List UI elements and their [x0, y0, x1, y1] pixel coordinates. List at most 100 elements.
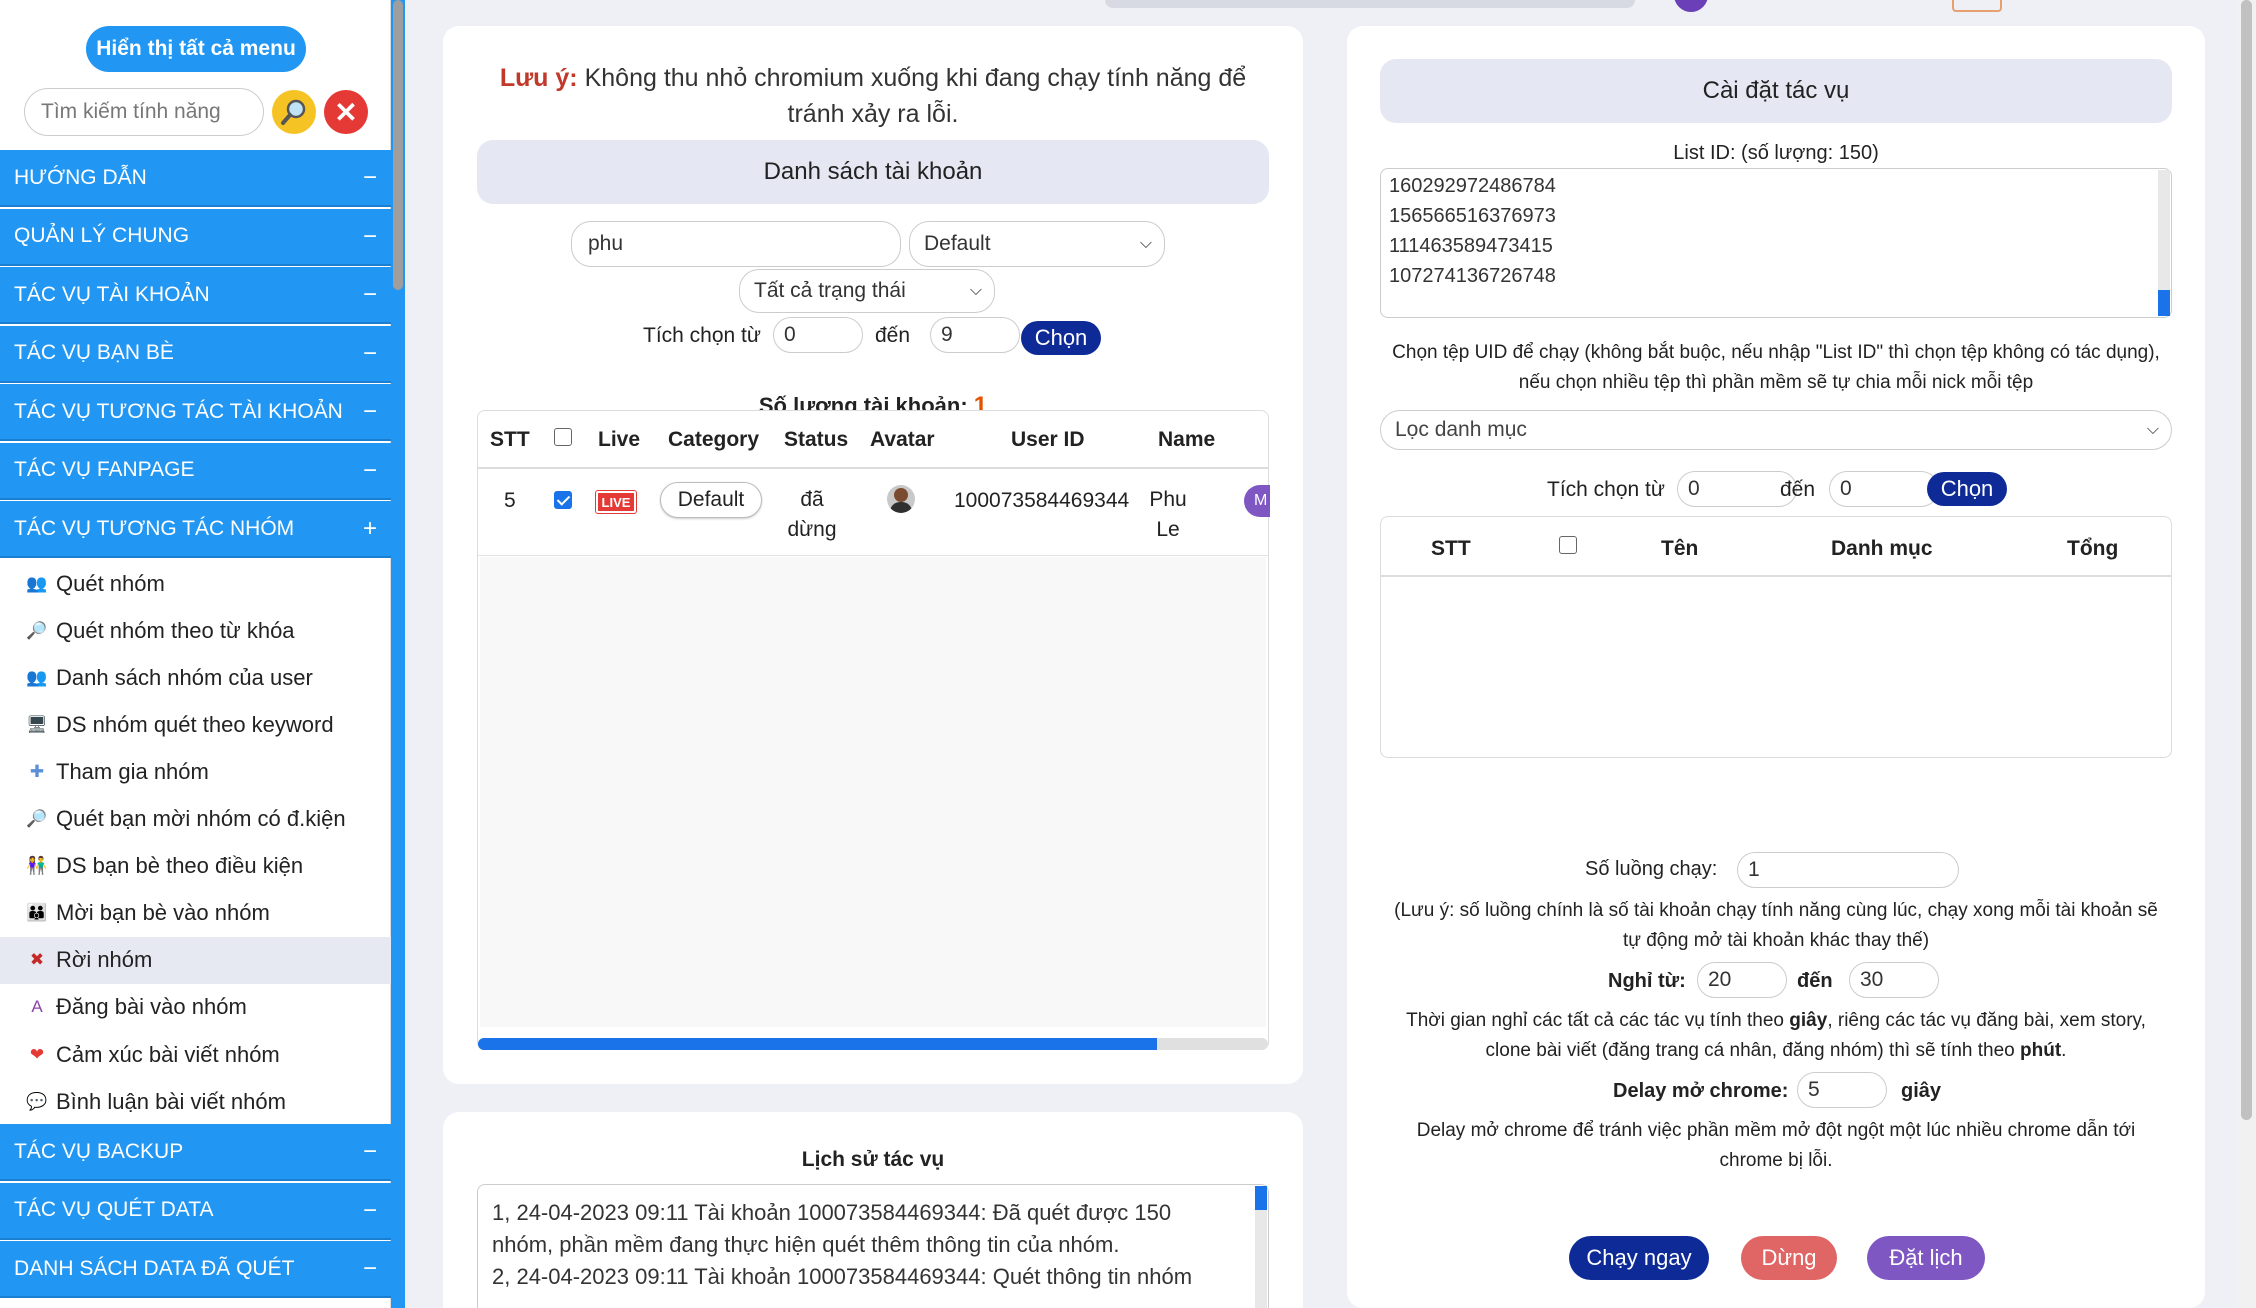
- list-id-label: List ID: (số lượng: 150): [1673, 142, 1879, 164]
- sidebar-item[interactable]: 🖥 DS nhóm quét theo keyword: [0, 701, 391, 748]
- rest-note-line1a: Thời gian nghỉ các tất cả các tác vụ tín…: [1406, 1010, 1790, 1031]
- stop-button[interactable]: Dừng: [1741, 1236, 1837, 1280]
- menu-group[interactable]: TÁC VỤ TƯƠNG TÁC TÀI KHOẢN −: [0, 384, 391, 441]
- rest-to-input[interactable]: 30: [1849, 962, 1939, 998]
- menu-group[interactable]: TÁC VỤ QUÉT DATA −: [0, 1182, 391, 1240]
- rest-note-line2b: phút: [2020, 1040, 2062, 1061]
- sidebar-scrollbar-thumb[interactable]: [393, 0, 403, 290]
- rest-from-input[interactable]: 20: [1697, 962, 1787, 998]
- col-live: Live: [598, 428, 641, 451]
- page-scrollbar[interactable]: [2237, 0, 2256, 1308]
- sidebar-item[interactable]: 💬 Bình luận bài viết nhóm: [0, 1078, 391, 1125]
- sidebar-item[interactable]: 🔎 Quét nhóm theo từ khóa: [0, 607, 391, 654]
- list-id-scrollbar[interactable]: [2158, 170, 2170, 316]
- menu-group[interactable]: TÁC VỤ FANPAGE −: [0, 442, 391, 500]
- threads-input[interactable]: 1: [1737, 852, 1959, 888]
- collapse-icon[interactable]: −: [363, 164, 377, 192]
- menu-group[interactable]: DANH SÁCH DATA ĐÃ QUÉT −: [0, 1241, 391, 1298]
- sidebar-item[interactable]: 👫 DS bạn bè theo điều kiện: [0, 843, 391, 890]
- sidebar-item-label: Tham gia nhóm: [56, 758, 209, 784]
- settings-header: Cài đặt tác vụ: [1380, 59, 2172, 123]
- history-log[interactable]: 1, 24-04-2023 09:11 Tài khoản 1000735844…: [477, 1184, 1269, 1308]
- settings-range-to-label: đến: [1780, 478, 1816, 501]
- menu-group[interactable]: HƯỚNG DẪN −: [0, 150, 391, 207]
- row-action-button[interactable]: M: [1244, 485, 1270, 517]
- collapse-icon[interactable]: −: [363, 281, 377, 309]
- collapse-icon[interactable]: −: [363, 340, 377, 368]
- col-stt: STT: [490, 428, 530, 451]
- uid-help-text: Chọn tệp UID để chạy (không bắt buộc, nế…: [1347, 338, 2205, 398]
- sidebar-item-label: Danh sách nhóm của user: [56, 664, 313, 690]
- user-avatar-icon[interactable]: [1674, 0, 1708, 12]
- expand-icon[interactable]: +: [363, 515, 377, 543]
- history-line3: 2, 24-04-2023 09:11 Tài khoản 1000735844…: [492, 1264, 1193, 1289]
- page-scrollbar-thumb[interactable]: [2241, 0, 2252, 1120]
- table-horizontal-scrollbar[interactable]: [478, 1038, 1268, 1050]
- settings-range-from-input[interactable]: 0: [1677, 471, 1797, 507]
- sidebar-item[interactable]: 👪 Mời bạn bè vào nhóm: [0, 890, 391, 937]
- settings-range-to-input[interactable]: 0: [1829, 471, 1939, 507]
- collapse-icon[interactable]: −: [363, 1138, 377, 1166]
- rest-note-line1c: , riêng các tác vụ đăng bài, xem story,: [1827, 1010, 2146, 1031]
- col-avatar: Avatar: [870, 428, 935, 451]
- letter-a-icon: A: [31, 997, 43, 1017]
- menu-group[interactable]: TÁC VỤ TÀI KHOẢN −: [0, 267, 391, 324]
- sidebar-item-label: Quét bạn mời nhóm có đ.kiện: [56, 806, 346, 831]
- sidebar-item[interactable]: ❤ Cảm xúc bài viết nhóm: [0, 1031, 391, 1078]
- collapse-icon[interactable]: −: [363, 223, 377, 251]
- range-to-label: đến: [875, 324, 911, 347]
- schedule-button[interactable]: Đặt lịch: [1867, 1236, 1985, 1280]
- chevron-down-icon: ⌵: [2146, 421, 2159, 438]
- sidebar-item[interactable]: 👥 Danh sách nhóm của user: [0, 654, 391, 701]
- magnifier-icon: 🔎: [26, 620, 48, 640]
- range-from-input[interactable]: 0: [773, 317, 863, 353]
- range-from-label: Tích chọn từ: [643, 324, 761, 347]
- account-search-input[interactable]: phu: [571, 221, 901, 267]
- table-horizontal-scrollbar-thumb[interactable]: [478, 1038, 1158, 1050]
- menu-group[interactable]: QUẢN LÝ CHUNG −: [0, 208, 391, 266]
- list-id-textarea[interactable]: 160292972486784 156566516376973 1114635894…: [1380, 168, 2172, 318]
- sidebar-item[interactable]: 👥 Quét nhóm: [0, 560, 391, 607]
- collapse-icon[interactable]: −: [363, 1255, 377, 1283]
- select-all-checkbox[interactable]: [554, 428, 572, 446]
- history-scrollbar-thumb[interactable]: [1255, 1186, 1267, 1210]
- select-range-button[interactable]: Chọn: [1021, 321, 1101, 355]
- status-select-value: Tất cả trạng thái: [754, 279, 906, 302]
- run-now-button[interactable]: Chạy ngay: [1569, 1236, 1709, 1280]
- collapse-icon[interactable]: −: [363, 457, 377, 485]
- search-icon[interactable]: [272, 90, 316, 134]
- sidebar-item[interactable]: A Đăng bài vào nhóm: [0, 984, 391, 1031]
- category-select[interactable]: Default ⌵: [909, 221, 1165, 267]
- list-id-scrollbar-thumb[interactable]: [2158, 290, 2170, 316]
- collapse-icon[interactable]: −: [363, 398, 377, 426]
- history-scrollbar[interactable]: [1255, 1186, 1267, 1308]
- settings-select-range-button[interactable]: Chọn: [1927, 472, 2007, 506]
- col-user-id: User ID: [1011, 428, 1085, 451]
- accounts-table-header: STT Live Category Status Avatar User ID …: [478, 411, 1268, 469]
- category-filter-select[interactable]: Lọc danh mục ⌵: [1380, 410, 2172, 450]
- feature-search-input[interactable]: [25, 89, 263, 135]
- row-status-line1: đã: [800, 488, 824, 511]
- threads-label: Số luồng chạy:: [1585, 858, 1718, 880]
- sidebar-item[interactable]: 🔎 Quét bạn mời nhóm có đ.kiện: [0, 796, 391, 843]
- collapse-icon[interactable]: −: [363, 1197, 377, 1225]
- row-checkbox[interactable]: [554, 491, 572, 509]
- status-select[interactable]: Tất cả trạng thái ⌵: [739, 269, 995, 313]
- notification-badge-icon[interactable]: [1952, 0, 2002, 12]
- sidebar-item[interactable]: ✖ Rời nhóm: [0, 936, 391, 984]
- file-select-all-checkbox[interactable]: [1559, 536, 1577, 554]
- top-search-bar[interactable]: [1105, 0, 1635, 8]
- sidebar: Hiển thị tất cả menu ✕ HƯỚNG DẪN−QUẢN LÝ…: [0, 0, 405, 1308]
- menu-group[interactable]: TÁC VỤ TƯƠNG TÁC NHÓM +: [0, 501, 391, 558]
- delay-input[interactable]: 5: [1797, 1072, 1887, 1108]
- close-icon[interactable]: ✕: [324, 90, 368, 134]
- sidebar-item[interactable]: ✚ Tham gia nhóm: [0, 748, 391, 795]
- list-id-line: 107274136726748: [1389, 265, 1556, 287]
- menu-group[interactable]: TÁC VỤ BACKUP −: [0, 1124, 391, 1181]
- menu-group[interactable]: TÁC VỤ BẠN BÈ −: [0, 325, 391, 383]
- table-row[interactable]: 5 LIVE Default đã dừng 100073584469344 P…: [478, 471, 1270, 556]
- range-to-input[interactable]: 9: [930, 317, 1020, 353]
- show-all-menu-button[interactable]: Hiển thị tất cả menu: [86, 26, 306, 72]
- warning-note-line2: tránh xảy ra lỗi.: [787, 100, 959, 128]
- feature-search-field[interactable]: [24, 88, 264, 136]
